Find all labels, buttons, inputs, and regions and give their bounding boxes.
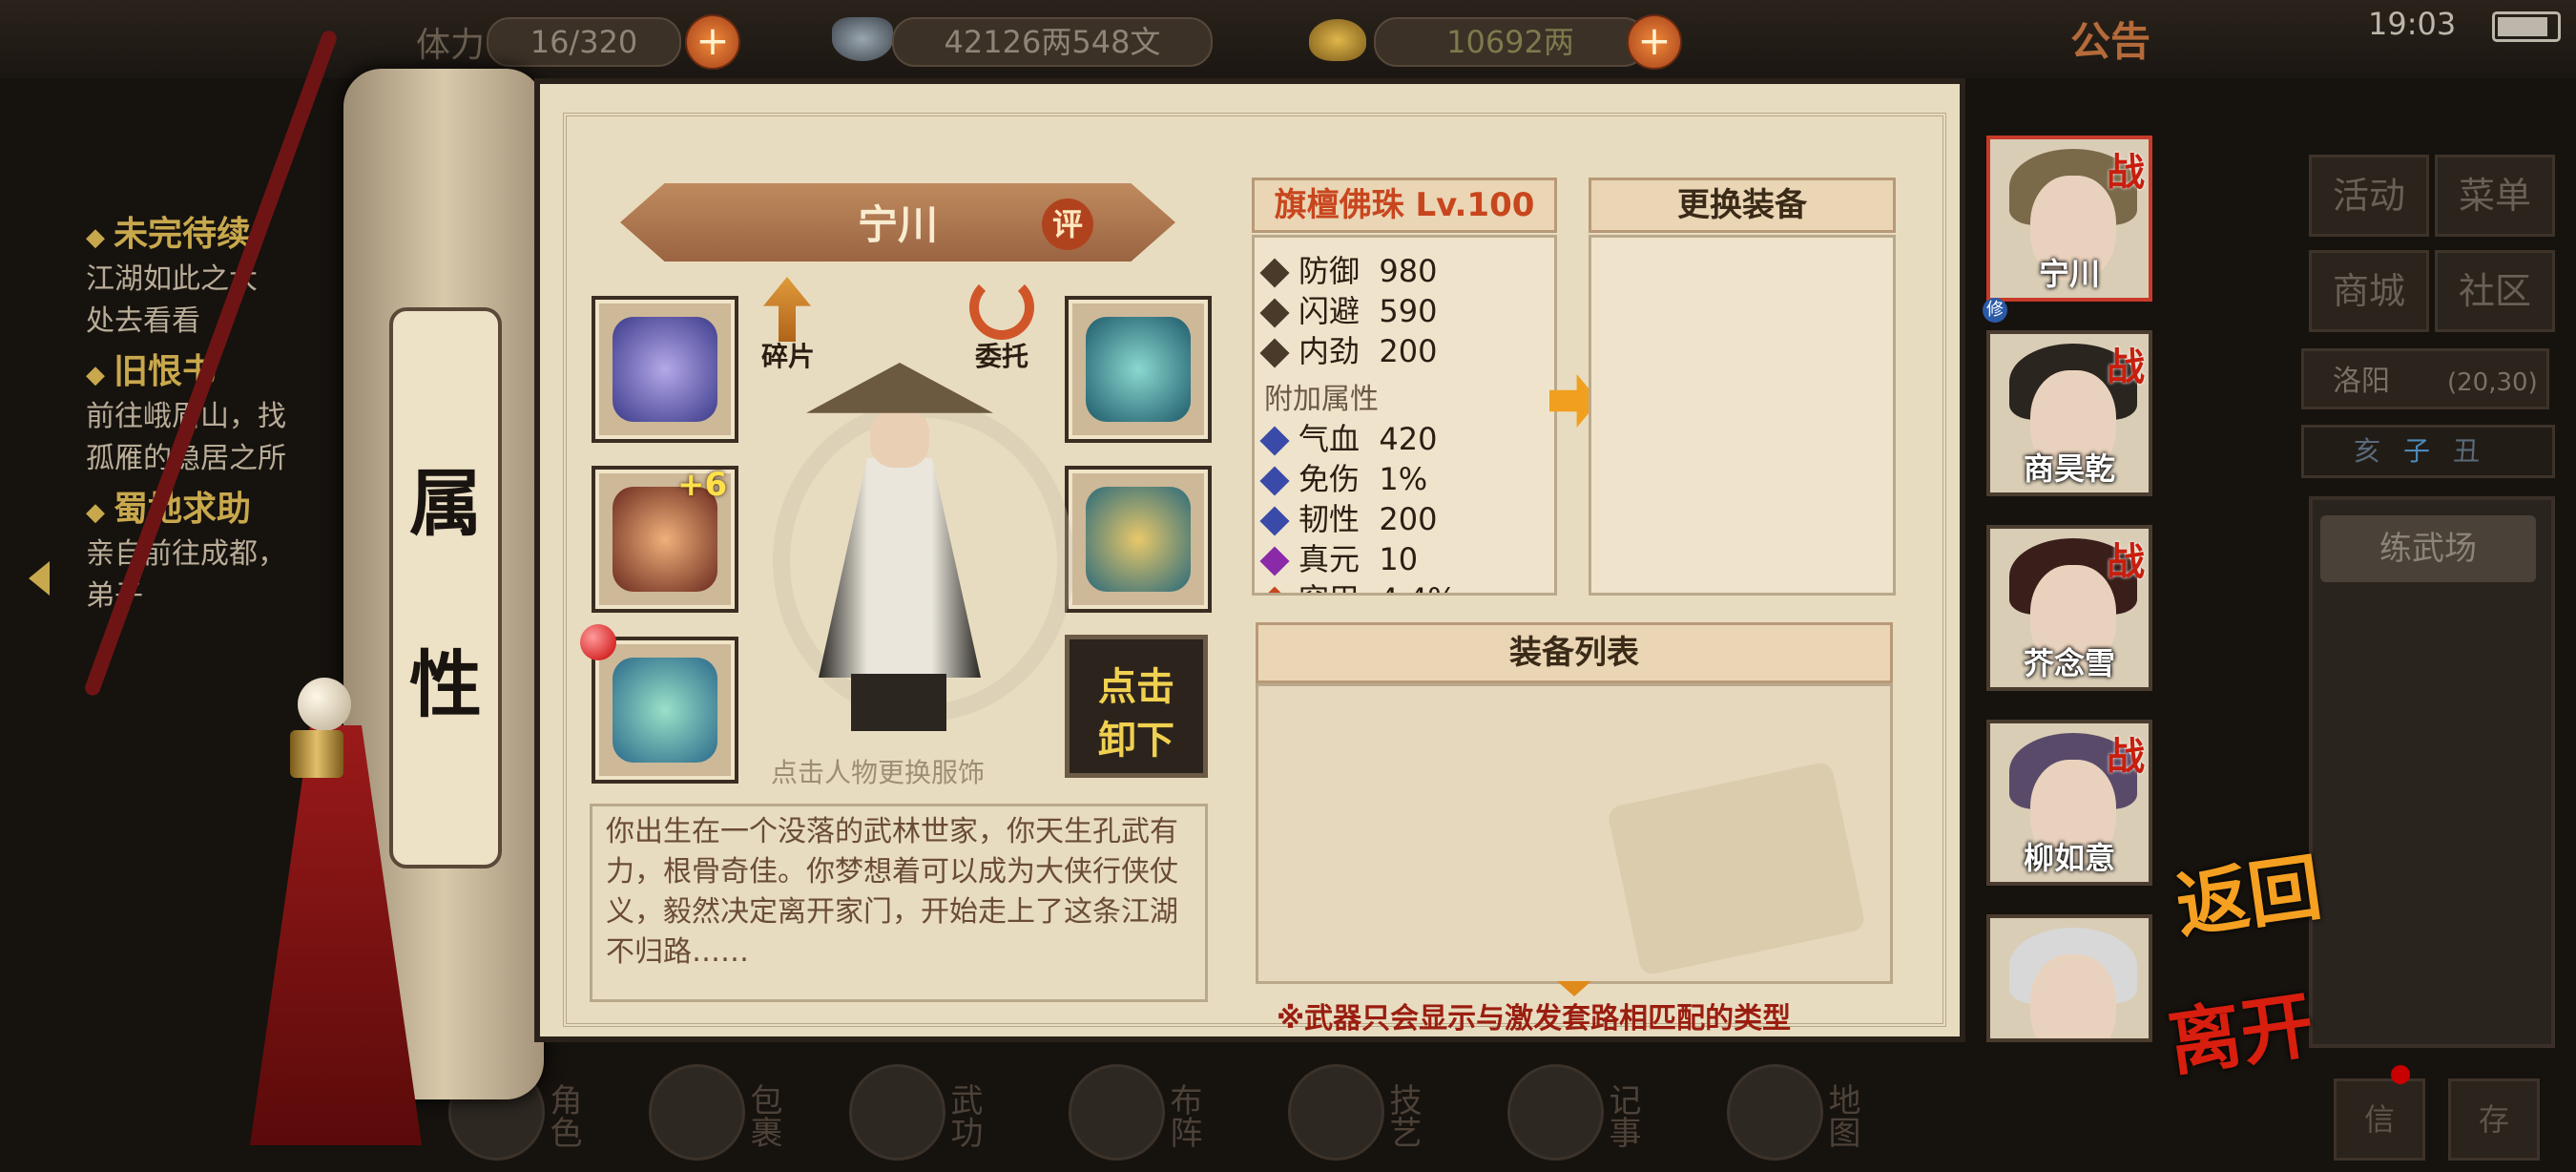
weapon-enhance-level: +6 <box>677 466 728 504</box>
change-equipment-box <box>1589 235 1896 596</box>
party-member-name: 宁川 <box>2038 256 2100 292</box>
gold-ingot-icon <box>1309 19 1366 61</box>
money-value: 42126两548文 <box>892 17 1213 67</box>
item-title: 旗檀佛珠 Lv.100 <box>1252 178 1557 233</box>
cultivate-badge: 修 <box>1983 298 2007 323</box>
party-member[interactable]: 战 芥念雪 <box>1986 525 2152 691</box>
bracer-icon <box>613 317 717 422</box>
teapot-icon <box>1288 1064 1384 1161</box>
nav-formation[interactable]: 布阵 <box>1069 1064 1269 1169</box>
stat-row: 穿甲 4.4% <box>1259 576 1457 593</box>
party-member[interactable] <box>1986 914 2152 1042</box>
jade-bead <box>298 678 351 731</box>
party-member-name: 柳如意 <box>2023 840 2115 876</box>
training-ground-button[interactable]: 练武场 <box>2320 515 2536 582</box>
battle-tag: 战 <box>2107 540 2145 584</box>
map-icon <box>1727 1064 1823 1161</box>
stat-row: 内劲 200 <box>1259 327 1437 371</box>
slot-hat[interactable] <box>1065 296 1212 443</box>
community-button[interactable]: 社区 <box>2435 250 2555 332</box>
item-stats: 防御 980 闪避 590 内劲 200 附加属性 气血 420 免伤 1% 韧… <box>1252 235 1557 596</box>
gold-value: 10692两 <box>1374 17 1647 67</box>
party-member-name: 商昊乾 <box>2023 450 2115 487</box>
mall-button[interactable]: 商城 <box>2309 250 2429 332</box>
hero-legs <box>851 674 946 731</box>
party-member[interactable]: 战 宁川 <box>1986 136 2152 302</box>
nav-map[interactable]: 地图 <box>1727 1064 1927 1169</box>
notice-button[interactable]: 公告 <box>2070 10 2150 68</box>
stat-row: 韧性 200 <box>1259 495 1437 539</box>
bagua-icon <box>1069 1064 1165 1161</box>
costume-hint: 点击人物更换服饰 <box>771 757 986 788</box>
unequip-button[interactable]: 点击 卸下 <box>1065 635 1208 778</box>
extra-stats-label: 附加属性 <box>1264 383 1379 416</box>
mail-alert-dot <box>2391 1065 2410 1084</box>
stat-row: 免伤 1% <box>1259 455 1427 499</box>
battle-tag: 战 <box>2107 151 2145 195</box>
ring-icon <box>613 658 717 763</box>
ring-alert-dot <box>580 624 616 660</box>
activity-button[interactable]: 活动 <box>2309 155 2429 237</box>
nav-bag[interactable]: 包裹 <box>649 1064 849 1169</box>
hero-head <box>870 408 929 468</box>
party-member-name: 芥念雪 <box>2023 645 2115 681</box>
save-button[interactable]: 存 <box>2448 1078 2540 1161</box>
back-button[interactable]: 返回 <box>2169 828 2327 952</box>
stat-row: 气血 420 <box>1259 415 1437 459</box>
change-equipment-title: 更换装备 <box>1589 178 1896 233</box>
silver-ingot-icon <box>832 17 893 61</box>
party-member[interactable]: 战 商昊乾 <box>1986 330 2152 496</box>
clock: 19:03 <box>2368 6 2457 42</box>
hat-icon <box>1086 317 1191 422</box>
tassel-cap <box>290 730 343 778</box>
stat-row: 防御 980 <box>1259 247 1437 291</box>
character-backstory: 你出生在一个没落的武林世家，你天生孔武有力，根骨奇佳。你梦想着可以成为大侠行侠仗… <box>590 804 1208 1002</box>
stamina-label: 体力 <box>416 26 486 65</box>
fragment-label: 碎片 <box>761 341 816 372</box>
nav-journal[interactable]: 记事 <box>1507 1064 1708 1169</box>
slot-bracer[interactable] <box>592 296 738 443</box>
book-icon <box>849 1064 945 1161</box>
stat-row: 闪避 590 <box>1259 287 1437 331</box>
entrust-label: 委托 <box>975 341 1029 372</box>
stamina-value: 16/320 <box>487 17 681 67</box>
add-stamina-button[interactable]: + <box>685 14 740 70</box>
slot-ring[interactable] <box>592 637 738 784</box>
rate-button[interactable]: 评 <box>1042 199 1093 250</box>
battery-icon <box>2492 11 2561 42</box>
time-of-day: 亥子丑 <box>2301 425 2555 478</box>
armor-icon <box>1086 487 1191 592</box>
location-display[interactable]: 洛阳 (20,30) <box>2301 348 2549 409</box>
entrust-swirl-icon[interactable] <box>969 275 1034 340</box>
menu-button[interactable]: 菜单 <box>2435 155 2555 237</box>
slot-armor[interactable] <box>1065 466 1212 613</box>
add-gold-button[interactable]: + <box>1627 14 1682 70</box>
scroll-icon <box>1507 1064 1604 1161</box>
party-member[interactable]: 战 柳如意 <box>1986 720 2152 886</box>
leave-button[interactable]: 离开 <box>2161 966 2319 1090</box>
mail-button[interactable]: 信 <box>2334 1078 2425 1161</box>
battle-tag: 战 <box>2107 735 2145 779</box>
nav-martial-arts[interactable]: 武功 <box>849 1064 1049 1169</box>
battle-tag: 战 <box>2107 345 2145 389</box>
stat-row: 真元 10 <box>1259 535 1418 579</box>
weapon-filter-note: ※武器只会显示与激发套路相匹配的类型 <box>1277 1002 1792 1036</box>
nav-skills[interactable]: 技艺 <box>1288 1064 1488 1169</box>
equipment-list-title: 装备列表 <box>1256 622 1893 683</box>
top-bar <box>0 0 2576 78</box>
collapse-quest-arrow-icon[interactable] <box>29 561 50 596</box>
attributes-tab[interactable]: 属 性 <box>389 307 502 869</box>
bag-icon <box>649 1064 745 1161</box>
